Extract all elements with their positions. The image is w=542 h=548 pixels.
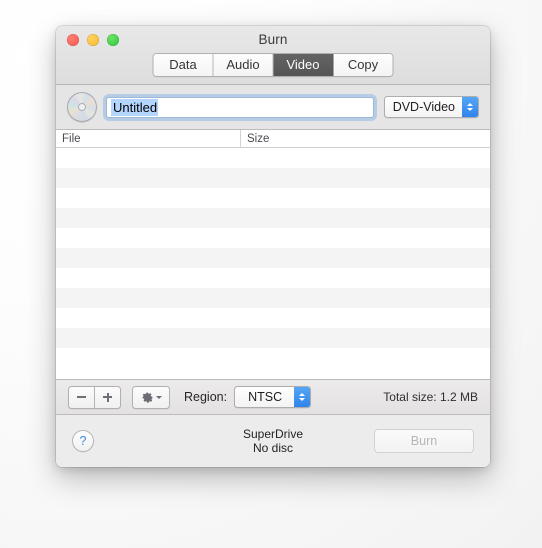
window-title: Burn: [258, 32, 288, 47]
tab-audio[interactable]: Audio: [213, 54, 274, 76]
help-button[interactable]: ?: [72, 430, 94, 452]
window-titlebar: Burn Data Audio Video Copy: [56, 26, 490, 85]
region-label: Region:: [184, 390, 228, 404]
add-remove-segment: [68, 385, 121, 409]
region-value: NTSC: [248, 390, 283, 404]
gear-icon: [142, 392, 153, 403]
remove-file-button[interactable]: [69, 386, 95, 408]
tab-copy[interactable]: Copy: [333, 54, 393, 76]
table-row[interactable]: [56, 308, 490, 328]
disc-name-bar: Untitled DVD-Video: [56, 85, 490, 130]
table-row[interactable]: [56, 288, 490, 308]
total-size-label: Total size: 1.2 MB: [383, 390, 478, 404]
table-row[interactable]: [56, 168, 490, 188]
chevron-down-icon: [155, 395, 162, 399]
tab-video[interactable]: Video: [273, 54, 334, 76]
region-popup-button[interactable]: NTSC: [234, 386, 312, 408]
disc-name-input[interactable]: Untitled: [106, 96, 374, 118]
tab-data[interactable]: Data: [153, 54, 214, 76]
table-row[interactable]: [56, 248, 490, 268]
disc-type-value: DVD-Video: [392, 100, 455, 114]
column-header-file[interactable]: File: [56, 130, 241, 147]
table-row[interactable]: [56, 228, 490, 248]
burn-button[interactable]: Burn: [374, 429, 474, 453]
table-row[interactable]: [56, 348, 490, 368]
disc-icon: [67, 92, 97, 122]
file-list-header: File Size: [56, 130, 490, 148]
plus-icon: [103, 392, 112, 402]
chevron-updown-icon: [294, 387, 311, 407]
column-header-size[interactable]: Size: [241, 130, 490, 147]
table-row[interactable]: [56, 148, 490, 168]
disc-type-popup-button[interactable]: DVD-Video: [383, 96, 479, 118]
file-list[interactable]: File Size: [56, 130, 490, 380]
table-row[interactable]: [56, 208, 490, 228]
chevron-updown-icon: [462, 97, 478, 117]
list-action-bar: Region: NTSC Total size: 1.2 MB: [56, 380, 490, 415]
burn-window: Burn Data Audio Video Copy Untitled DVD-…: [56, 26, 490, 467]
add-file-button[interactable]: [95, 387, 120, 408]
mode-tab-bar: Data Audio Video Copy: [152, 53, 394, 77]
disc-name-value: Untitled: [111, 98, 159, 116]
window-footer: ? SuperDrive No disc Burn: [56, 415, 490, 467]
minus-icon: [77, 396, 86, 398]
file-list-rows: [56, 148, 490, 379]
action-menu-button[interactable]: [132, 385, 170, 409]
table-row[interactable]: [56, 268, 490, 288]
table-row[interactable]: [56, 328, 490, 348]
table-row[interactable]: [56, 188, 490, 208]
